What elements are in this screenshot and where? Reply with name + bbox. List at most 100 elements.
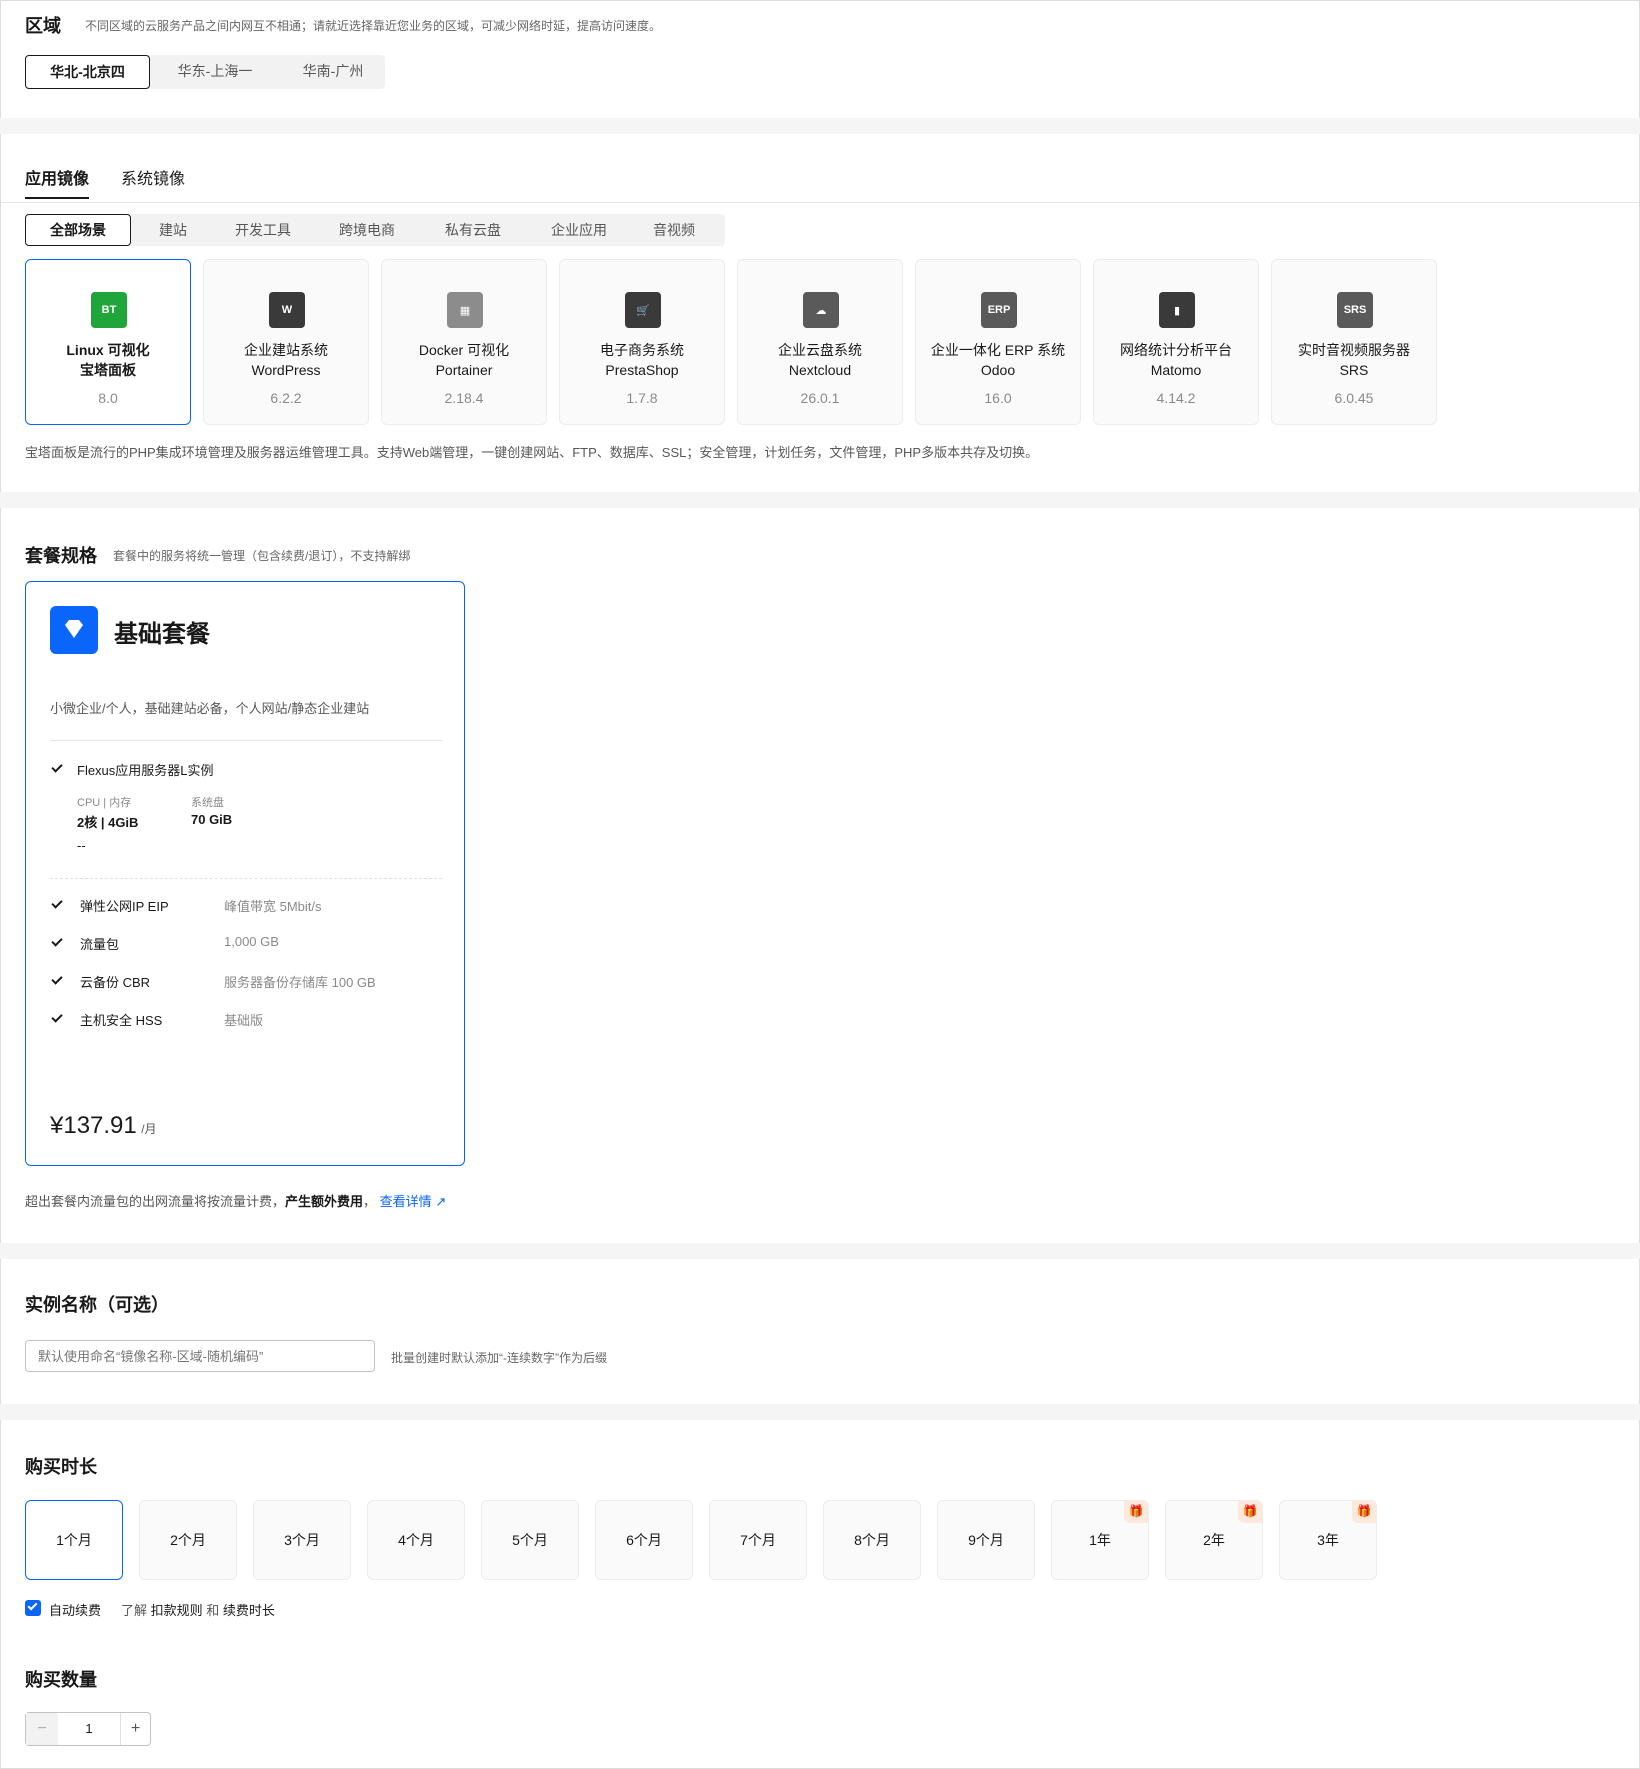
duration-label: 3年 xyxy=(1317,1532,1339,1548)
quantity-stepper: − 1 + xyxy=(25,1712,151,1746)
region-title: 区域 xyxy=(25,16,61,36)
image-card-title: Docker 可视化 xyxy=(418,342,510,358)
deduction-rule-link[interactable]: 扣款规则 xyxy=(151,1603,203,1618)
feature-hss-value: 基础版 xyxy=(224,1013,264,1028)
auto-renew-checkbox[interactable] xyxy=(25,1600,41,1616)
duration-option[interactable]: 9个月 xyxy=(937,1500,1035,1580)
duration-option[interactable]: 7个月 xyxy=(709,1500,807,1580)
duration-label: 6个月 xyxy=(626,1532,662,1548)
check-icon xyxy=(51,1011,63,1023)
image-card-title: 企业建站系统 xyxy=(244,342,328,358)
quantity-title: 购买数量 xyxy=(25,1670,97,1690)
traffic-note: 超出套餐内流量包的出网流量将按流量计费，产生额外费用， 查看详情 ↗ xyxy=(25,1191,446,1210)
tab-app-image[interactable]: 应用镜像 xyxy=(25,165,90,199)
image-card-product: Odoo xyxy=(980,362,1016,378)
auto-renew-label[interactable]: 自动续费 xyxy=(49,1600,101,1619)
quantity-input[interactable]: 1 xyxy=(58,1713,120,1745)
region-section: 区域 不同区域的云服务产品之间内网互不相通；请就近选择靠近您业务的区域，可减少网… xyxy=(0,0,1640,118)
and-text: 和 xyxy=(206,1603,220,1618)
image-card[interactable]: 🛒 电子商务系统 PrestaShop 1.7.8 xyxy=(559,259,725,425)
tab-divider xyxy=(1,202,1639,203)
duration-option[interactable]: 2个月 xyxy=(139,1500,237,1580)
view-details-label: 查看详情 xyxy=(379,1194,432,1209)
duration-label: 7个月 xyxy=(740,1532,776,1548)
learn-text: 了解 xyxy=(121,1603,148,1618)
image-card-product: Matomo xyxy=(1150,362,1202,378)
gift-icon: 🎁 xyxy=(1238,1501,1262,1523)
tab-system-image[interactable]: 系统镜像 xyxy=(121,165,185,199)
image-card[interactable]: BT Linux 可视化 宝塔面板 8.0 xyxy=(25,259,191,425)
scene-private-cloud[interactable]: 私有云盘 xyxy=(433,214,513,246)
image-card-name: 企业云盘系统 Nextcloud xyxy=(742,340,898,380)
image-card[interactable]: SRS 实时音视频服务器 SRS 6.0.45 xyxy=(1271,259,1437,425)
region-option-beijing4[interactable]: 华北-北京四 xyxy=(25,55,150,89)
external-link-icon: ↗ xyxy=(435,1194,447,1209)
instance-title: 实例名称（可选） xyxy=(25,1295,169,1315)
portainer-icon: ▦ xyxy=(447,292,483,328)
feature-eip-name: 弹性公网IP EIP xyxy=(80,899,169,914)
image-card-product: 宝塔面板 xyxy=(80,362,136,378)
image-card-version: 4.14.2 xyxy=(1156,390,1196,406)
scene-website[interactable]: 建站 xyxy=(143,214,203,246)
duration-option[interactable]: 6个月 xyxy=(595,1500,693,1580)
region-option-guangzhou[interactable]: 华南-广州 xyxy=(283,55,383,89)
gift-icon: 🎁 xyxy=(1124,1501,1148,1523)
scene-enterprise[interactable]: 企业应用 xyxy=(539,214,619,246)
quantity-plus-button[interactable]: + xyxy=(120,1713,150,1745)
duration-option[interactable]: 8个月 xyxy=(823,1500,921,1580)
duration-option[interactable]: 1个月 xyxy=(25,1500,123,1580)
package-price: ¥137.91 /月 xyxy=(50,1112,157,1140)
image-card-title: 网络统计分析平台 xyxy=(1120,342,1232,358)
image-card-product: Nextcloud xyxy=(788,362,852,378)
package-card-basic[interactable]: 基础套餐 小微企业/个人，基础建站必备，个人网站/静态企业建站 Flexus应用… xyxy=(25,581,465,1166)
image-card-version: 2.18.4 xyxy=(444,390,484,406)
duration-option[interactable]: 2年 🎁 xyxy=(1165,1500,1263,1580)
package-section: 套餐规格 套餐中的服务将统一管理（包含续费/退订），不支持解绑 基础套餐 小微企… xyxy=(0,508,1640,1243)
duration-label: 2个月 xyxy=(170,1532,206,1548)
instance-hint: 批量创建时默认添加“-连续数字”作为后缀 xyxy=(391,1351,607,1365)
feature-hss-name: 主机安全 HSS xyxy=(80,1013,163,1028)
duration-option[interactable]: 4个月 xyxy=(367,1500,465,1580)
duration-option[interactable]: 3年 🎁 xyxy=(1279,1500,1377,1580)
image-card-version: 6.0.45 xyxy=(1334,390,1374,406)
image-card[interactable]: ▦ Docker 可视化 Portainer 2.18.4 xyxy=(381,259,547,425)
image-card-product: Portainer xyxy=(435,362,493,378)
region-option-shanghai1[interactable]: 华东-上海一 xyxy=(160,55,270,89)
disk-value: 70 GiB xyxy=(191,812,233,827)
duration-title: 购买时长 xyxy=(25,1457,97,1477)
price-unit: /月 xyxy=(141,1122,157,1136)
check-icon xyxy=(51,935,63,947)
package-desc: 小微企业/个人，基础建站必备，个人网站/静态企业建站 xyxy=(50,701,370,716)
package-subtitle: 套餐中的服务将统一管理（包含续费/退订），不支持解绑 xyxy=(113,549,411,563)
image-card-title: 电子商务系统 xyxy=(600,342,684,358)
image-card-name: 网络统计分析平台 Matomo xyxy=(1098,340,1254,380)
image-card-product: SRS xyxy=(1339,362,1369,378)
scene-devtools[interactable]: 开发工具 xyxy=(223,214,303,246)
package-divider xyxy=(50,740,442,741)
image-description: 宝塔面板是流行的PHP集成环境管理及服务器运维管理工具。支持Web端管理，一键创… xyxy=(25,445,1039,460)
scene-av[interactable]: 音视频 xyxy=(639,214,709,246)
duration-option[interactable]: 5个月 xyxy=(481,1500,579,1580)
image-card[interactable]: ☁ 企业云盘系统 Nextcloud 26.0.1 xyxy=(737,259,903,425)
renew-period-link[interactable]: 续费时长 xyxy=(223,1603,275,1618)
image-card-product: PrestaShop xyxy=(605,362,679,378)
image-card[interactable]: W 企业建站系统 WordPress 6.2.2 xyxy=(203,259,369,425)
scene-all[interactable]: 全部场景 xyxy=(25,214,131,246)
cpu-value: 2核 | 4GiB xyxy=(77,815,139,830)
image-card-version: 8.0 xyxy=(98,390,118,406)
image-card-name: Docker 可视化 Portainer xyxy=(386,340,542,380)
duration-option[interactable]: 3个月 xyxy=(253,1500,351,1580)
quantity-minus-button[interactable]: − xyxy=(26,1713,58,1745)
image-card[interactable]: ERP 企业一体化 ERP 系统 Odoo 16.0 xyxy=(915,259,1081,425)
image-card[interactable]: ▮ 网络统计分析平台 Matomo 4.14.2 xyxy=(1093,259,1259,425)
cloud-icon: ☁ xyxy=(803,292,839,328)
instance-name-input[interactable] xyxy=(25,1340,375,1372)
wordpress-icon: W xyxy=(269,292,305,328)
view-details-link[interactable]: 查看详情 ↗ xyxy=(380,1194,447,1209)
duration-option[interactable]: 1年 🎁 xyxy=(1051,1500,1149,1580)
scene-ecommerce[interactable]: 跨境电商 xyxy=(327,214,407,246)
duration-label: 5个月 xyxy=(512,1532,548,1548)
bt-panel-icon: BT xyxy=(91,292,127,328)
duration-label: 2年 xyxy=(1203,1532,1225,1548)
price-value: ¥137.91 xyxy=(50,1112,137,1139)
